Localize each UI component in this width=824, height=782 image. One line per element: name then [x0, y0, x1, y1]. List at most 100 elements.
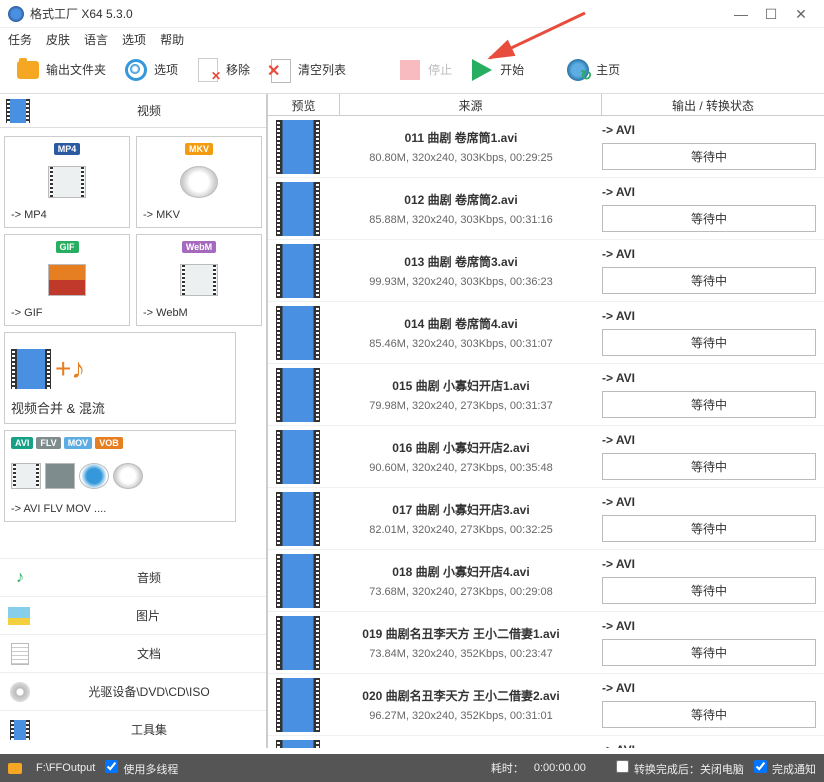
format-merge[interactable]: +♪ 视频合并 & 混流 — [4, 332, 236, 424]
multi-thumb-4 — [113, 463, 143, 489]
home-button[interactable]: 主页 — [558, 54, 626, 86]
file-row[interactable]: 012 曲剧 卷席筒2.avi 85.88M, 320x240, 303Kbps… — [268, 178, 824, 240]
file-name: 014 曲剧 卷席筒4.avi — [404, 315, 517, 332]
file-thumb-icon — [276, 182, 320, 236]
file-thumb-icon — [276, 368, 320, 422]
after-shutdown-toggle[interactable]: 转换完成后：关闭电脑 — [616, 760, 744, 777]
category-toolset[interactable]: 工具集 — [0, 710, 266, 748]
format-mp4[interactable]: MP4 -> MP4 — [4, 136, 130, 228]
file-meta: 79.98M, 320x240, 273Kbps, 00:31:37 — [369, 400, 552, 412]
file-thumb-icon — [276, 492, 320, 546]
format-grid: MP4 -> MP4 MKV -> MKV GIF -> GIF WebM — [0, 128, 266, 558]
file-status-button[interactable]: 等待中 — [602, 453, 816, 480]
file-meta: 80.80M, 320x240, 303Kbps, 00:29:25 — [369, 152, 552, 164]
file-status-button[interactable]: 等待中 — [602, 577, 816, 604]
file-output-format: -> AVI — [602, 247, 816, 261]
mov-badge: MOV — [64, 437, 93, 449]
minimize-button[interactable]: — — [726, 4, 756, 24]
after-notify-checkbox[interactable] — [754, 760, 767, 773]
category-disc[interactable]: 光驱设备\DVD\CD\ISO — [0, 672, 266, 710]
file-row[interactable]: 019 曲剧名丑李天方 王小二借妻1.avi 73.84M, 320x240, … — [268, 612, 824, 674]
file-row[interactable]: 013 曲剧 卷席筒3.avi 99.93M, 320x240, 303Kbps… — [268, 240, 824, 302]
file-output-format: -> AVI — [602, 557, 816, 571]
flv-badge: FLV — [36, 437, 60, 449]
webm-badge: WebM — [182, 241, 216, 253]
menubar: 任务 皮肤 语言 选项 帮助 — [0, 28, 824, 50]
after-shutdown-checkbox[interactable] — [616, 760, 629, 773]
webm-thumb-icon — [180, 264, 218, 296]
file-row[interactable]: 021 曲剧名丑李天方 王小二借妻3.avi -> AVI 等待中 — [268, 736, 824, 748]
format-gif[interactable]: GIF -> GIF — [4, 234, 130, 326]
mp4-thumb-icon — [48, 166, 86, 198]
file-output-format: -> AVI — [602, 743, 816, 748]
after-notify-toggle[interactable]: 完成通知 — [754, 760, 816, 777]
menu-language[interactable]: 语言 — [84, 31, 108, 48]
maximize-button[interactable]: ☐ — [756, 4, 786, 24]
file-thumb-icon — [276, 616, 320, 670]
file-row[interactable]: 020 曲剧名丑李天方 王小二借妻2.avi 96.27M, 320x240, … — [268, 674, 824, 736]
file-thumb-icon — [276, 430, 320, 484]
file-thumb-icon — [276, 554, 320, 608]
close-button[interactable]: ✕ — [786, 4, 816, 24]
file-status-button[interactable]: 等待中 — [602, 391, 816, 418]
category-video-header[interactable]: 视频 — [0, 94, 266, 128]
file-output-format: -> AVI — [602, 495, 816, 509]
mkv-badge: MKV — [185, 143, 213, 155]
category-document-label: 文档 — [40, 645, 258, 662]
remove-button[interactable]: 移除 — [188, 54, 256, 86]
multi-thumb-2 — [45, 463, 75, 489]
remove-icon — [198, 58, 218, 82]
file-row[interactable]: 016 曲剧 小寡妇开店2.avi 90.60M, 320x240, 273Kb… — [268, 426, 824, 488]
video-icon — [6, 99, 30, 123]
file-output-format: -> AVI — [602, 619, 816, 633]
multithread-toggle[interactable]: 使用多线程 — [105, 760, 178, 777]
sidebar: 视频 MP4 -> MP4 MKV -> MKV GIF -> — [0, 94, 268, 748]
category-audio[interactable]: ♪ 音频 — [0, 558, 266, 596]
file-status-button[interactable]: 等待中 — [602, 515, 816, 542]
file-status-button[interactable]: 等待中 — [602, 329, 816, 356]
stop-button[interactable]: 停止 — [390, 54, 458, 86]
status-folder-icon[interactable] — [8, 763, 22, 774]
format-mkv[interactable]: MKV -> MKV — [136, 136, 262, 228]
stop-icon — [400, 60, 420, 80]
mp4-label: -> MP4 — [11, 209, 47, 221]
col-source[interactable]: 来源 — [340, 94, 602, 115]
menu-options[interactable]: 选项 — [122, 31, 146, 48]
category-document[interactable]: 文档 — [0, 634, 266, 672]
file-list[interactable]: 011 曲剧 卷席筒1.avi 80.80M, 320x240, 303Kbps… — [268, 116, 824, 748]
image-icon — [8, 607, 30, 625]
status-output-path[interactable]: F:\FFOutput — [36, 762, 95, 774]
col-preview[interactable]: 预览 — [268, 94, 340, 115]
file-meta: 73.84M, 320x240, 352Kbps, 00:23:47 — [369, 648, 552, 660]
multithread-checkbox[interactable] — [105, 760, 118, 773]
col-output[interactable]: 输出 / 转换状态 — [602, 94, 824, 115]
start-button[interactable]: 开始 — [462, 54, 530, 86]
statusbar: F:\FFOutput 使用多线程 耗时： 0:00:00.00 转换完成后：关… — [0, 754, 824, 782]
clear-list-button[interactable]: 清空列表 — [260, 54, 352, 86]
format-multi[interactable]: AVI FLV MOV VOB -> AVI FLV MOV .... — [4, 430, 236, 522]
file-status-button[interactable]: 等待中 — [602, 143, 816, 170]
file-status-button[interactable]: 等待中 — [602, 267, 816, 294]
category-image[interactable]: 图片 — [0, 596, 266, 634]
file-row[interactable]: 015 曲剧 小寡妇开店1.avi 79.98M, 320x240, 273Kb… — [268, 364, 824, 426]
file-output-format: -> AVI — [602, 681, 816, 695]
home-icon — [567, 59, 589, 81]
window-title: 格式工厂 X64 5.3.0 — [30, 5, 726, 22]
category-disc-label: 光驱设备\DVD\CD\ISO — [40, 683, 258, 700]
file-row[interactable]: 011 曲剧 卷席筒1.avi 80.80M, 320x240, 303Kbps… — [268, 116, 824, 178]
mkv-label: -> MKV — [143, 209, 180, 221]
format-webm[interactable]: WebM -> WebM — [136, 234, 262, 326]
menu-task[interactable]: 任务 — [8, 31, 32, 48]
file-row[interactable]: 018 曲剧 小寡妇开店4.avi 73.68M, 320x240, 273Kb… — [268, 550, 824, 612]
file-name: 017 曲剧 小寡妇开店3.avi — [392, 501, 529, 518]
file-status-button[interactable]: 等待中 — [602, 205, 816, 232]
file-status-button[interactable]: 等待中 — [602, 701, 816, 728]
file-row[interactable]: 017 曲剧 小寡妇开店3.avi 82.01M, 320x240, 273Kb… — [268, 488, 824, 550]
file-row[interactable]: 014 曲剧 卷席筒4.avi 85.46M, 320x240, 303Kbps… — [268, 302, 824, 364]
gif-badge: GIF — [56, 241, 79, 253]
menu-skin[interactable]: 皮肤 — [46, 31, 70, 48]
options-button[interactable]: 选项 — [116, 54, 184, 86]
menu-help[interactable]: 帮助 — [160, 31, 184, 48]
output-folder-button[interactable]: 输出文件夹 — [8, 54, 112, 86]
file-status-button[interactable]: 等待中 — [602, 639, 816, 666]
